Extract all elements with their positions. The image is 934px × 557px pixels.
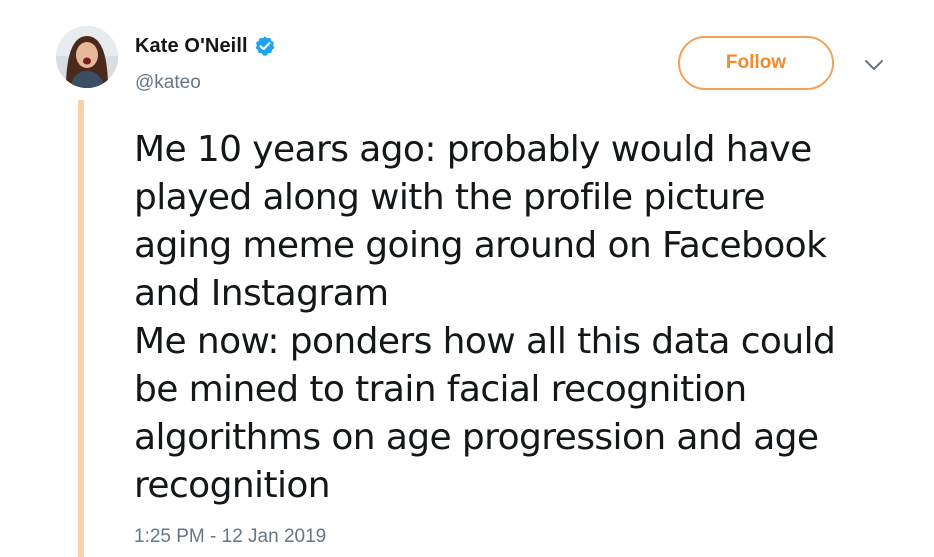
tweet-text-line: aging meme going around on Facebook [134,225,827,266]
tweet-text-line: played along with the profile picture [134,177,766,218]
user-handle[interactable]: @kateo [135,72,201,94]
verified-badge-icon [254,35,276,57]
tweet-text-line: and Instagram [134,273,389,314]
chevron-down-icon[interactable] [860,55,888,75]
tweet-text-line: Me now: ponders how all this data could [134,321,836,362]
avatar[interactable] [56,26,118,88]
tweet-text-line: be mined to train facial recognition [134,369,747,410]
avatar-image [56,26,118,88]
follow-button[interactable]: Follow [678,36,834,90]
tweet-text-line: recognition [134,465,331,506]
display-name[interactable]: Kate O'Neill [135,35,248,58]
tweet-text-line: Me 10 years ago: probably would have [134,129,812,170]
tweet-timestamp[interactable]: 1:25 PM - 12 Jan 2019 [134,526,326,548]
tweet-text-line: algorithms on age progression and age [134,417,819,458]
user-name-row: Kate O'Neill [135,33,276,59]
thread-line [78,100,84,557]
tweet-text: Me 10 years ago: probably would have pla… [134,126,924,510]
